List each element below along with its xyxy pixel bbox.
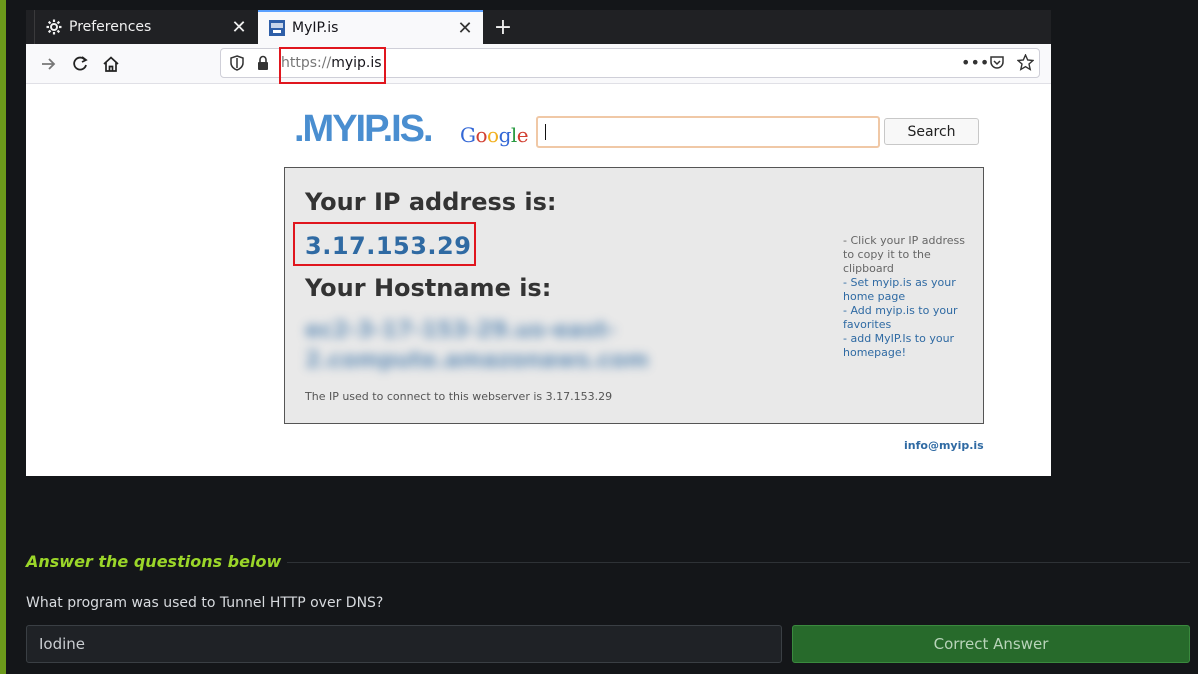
question-text: What program was used to Tunnel HTTP ove… xyxy=(26,595,384,611)
tip-add-homepage-link[interactable]: - add MyIP.Is to your homepage! xyxy=(843,332,973,360)
myip-favicon-icon xyxy=(268,19,286,37)
pocket-icon[interactable] xyxy=(989,55,1005,75)
lock-icon[interactable] xyxy=(257,55,269,75)
ip-info-panel: Your IP address is: 3.17.153.29 Your Hos… xyxy=(284,167,984,424)
tab-bar: Preferences ✕ MyIP.is ✕ + xyxy=(26,10,1051,44)
search-button[interactable]: Search xyxy=(884,118,979,145)
close-icon[interactable]: ✕ xyxy=(229,17,249,38)
connect-note: The IP used to connect to this webserver… xyxy=(305,390,613,403)
home-icon[interactable] xyxy=(99,52,123,76)
more-actions-icon[interactable]: ••• xyxy=(961,53,989,72)
correct-answer-button[interactable]: Correct Answer xyxy=(792,625,1190,663)
heading-divider xyxy=(287,562,1190,563)
text-caret xyxy=(545,124,546,140)
tip-add-favorites-link[interactable]: - Add myip.is to your favorites xyxy=(843,304,973,332)
myip-logo[interactable]: .MYIP.IS. xyxy=(292,107,440,151)
logo-text: .MYIP.IS. xyxy=(294,108,432,150)
gear-icon xyxy=(45,18,63,36)
close-icon[interactable]: ✕ xyxy=(455,18,475,39)
google-logo: Google xyxy=(460,123,529,147)
ip-title: Your IP address is: xyxy=(305,188,557,216)
shield-icon[interactable] xyxy=(230,55,244,75)
url-highlight-box xyxy=(279,47,386,84)
tab-label: MyIP.is xyxy=(292,20,339,36)
answer-heading: Answer the questions below xyxy=(26,552,282,571)
ip-highlight-box xyxy=(293,222,476,266)
browser-window: Preferences ✕ MyIP.is ✕ + https://myip.i… xyxy=(26,10,1051,476)
hostname-value-blurred: ec2-3-17-153-29.us-east-2.compute.amazon… xyxy=(305,318,649,373)
star-icon[interactable] xyxy=(1016,53,1035,75)
tip-set-homepage-link[interactable]: - Set myip.is as your home page xyxy=(843,276,973,304)
forward-arrow-icon[interactable] xyxy=(36,52,60,76)
tab-label: Preferences xyxy=(69,19,152,35)
tab-myip[interactable]: MyIP.is ✕ xyxy=(258,10,483,44)
tips-list: - Click your IP address to copy it to th… xyxy=(843,234,973,360)
answer-input[interactable]: Iodine xyxy=(26,625,782,663)
navigation-bar: https://myip.is ••• xyxy=(26,44,1051,84)
hostname-title: Your Hostname is: xyxy=(305,274,552,302)
google-search-input[interactable] xyxy=(536,116,880,148)
reload-icon[interactable] xyxy=(68,52,92,76)
tab-preferences[interactable]: Preferences ✕ xyxy=(34,10,257,44)
left-accent-bar xyxy=(0,0,6,674)
info-email-link[interactable]: info@myip.is xyxy=(904,439,984,452)
new-tab-icon[interactable]: + xyxy=(490,14,516,40)
page-content: .MYIP.IS. Google Search Your IP address … xyxy=(26,85,1051,476)
tip-copy: - Click your IP address to copy it to th… xyxy=(843,234,965,275)
